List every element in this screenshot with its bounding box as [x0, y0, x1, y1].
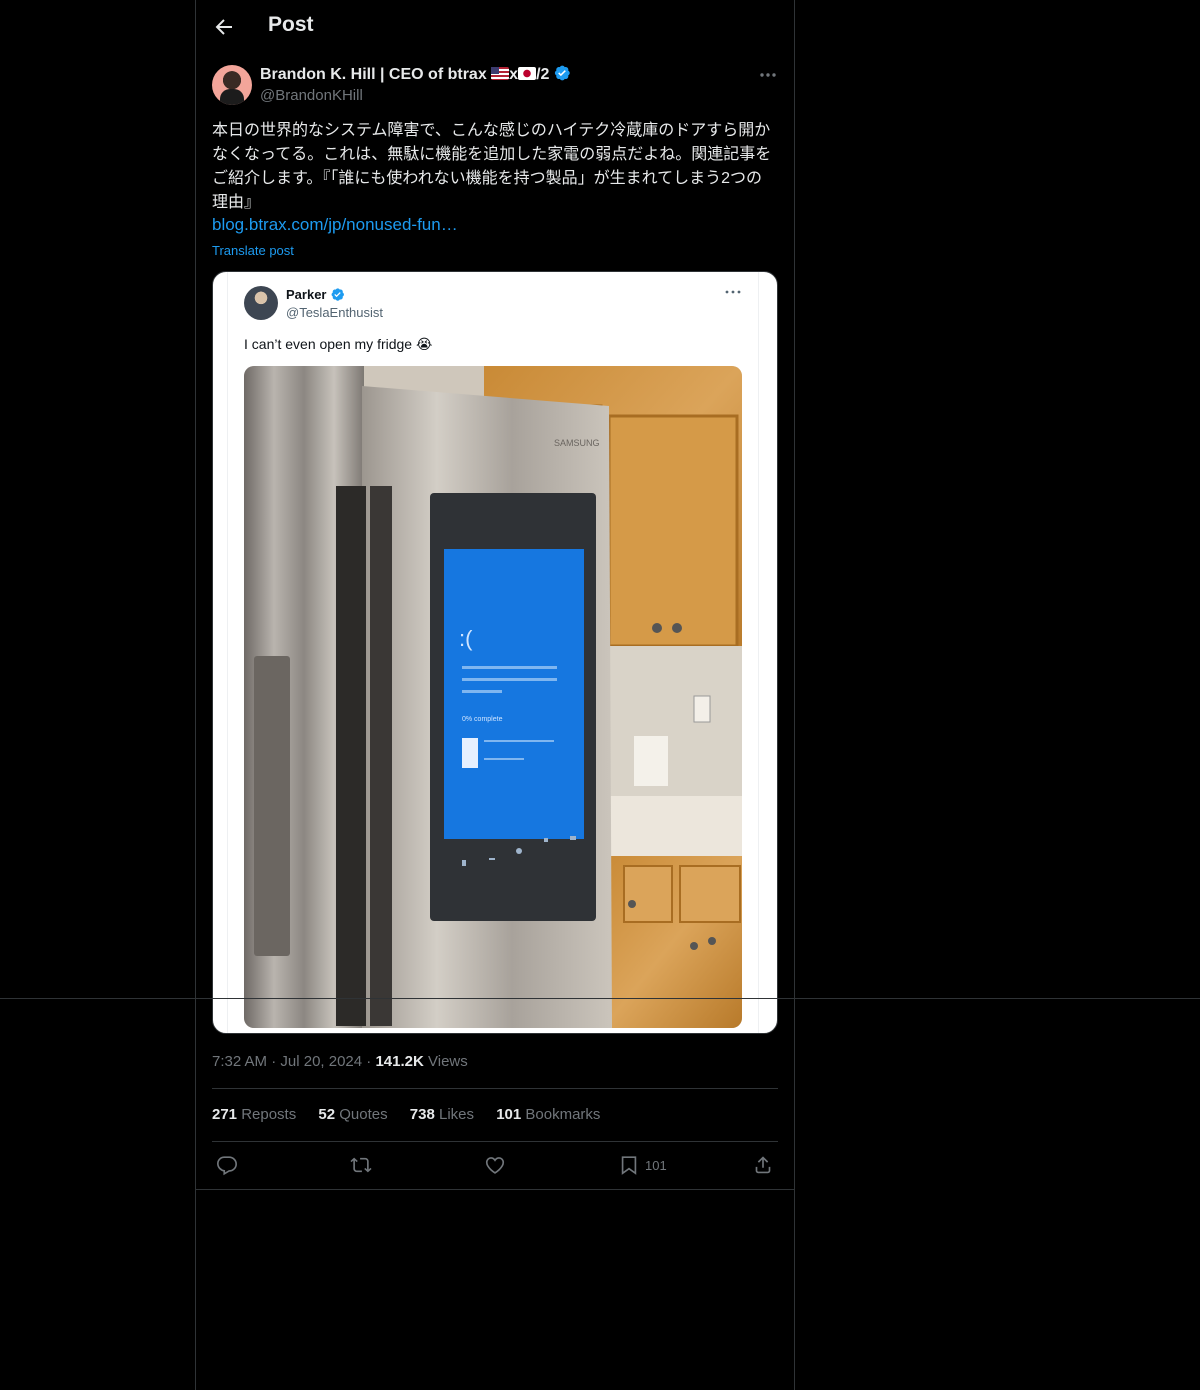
views-count: 141.2K	[375, 1053, 424, 1070]
main-column: Post Brandon K. Hill | CEO of btrax x/2 …	[195, 0, 795, 1390]
reply-button[interactable]	[216, 1154, 238, 1178]
embedded-verified-icon	[332, 288, 345, 301]
post-text: 本日の世界的なシステム障害で、こんな感じのハイテク冷蔵庫のドアすら開かなくなって…	[212, 122, 772, 211]
divider	[212, 1088, 778, 1089]
back-arrow-icon[interactable]	[212, 15, 236, 39]
fridge-illustration: :( 0% complete SAMSUNG	[244, 366, 742, 1028]
author-name[interactable]: Brandon K. Hill | CEO of btrax x/2	[260, 64, 571, 84]
screen-face: :(	[459, 626, 473, 651]
bookmark-icon	[621, 1156, 637, 1175]
embedded-text: I can’t even open my fridge 😭	[244, 336, 433, 352]
reply-icon	[217, 1156, 237, 1176]
divider	[212, 1141, 778, 1142]
embedded-avatar	[244, 286, 278, 320]
like-button[interactable]	[484, 1154, 506, 1178]
repost-icon	[350, 1157, 372, 1173]
fridge-photo: :( 0% complete SAMSUNG	[244, 366, 742, 1028]
more-icon[interactable]	[756, 66, 780, 84]
author-handle[interactable]: @BrandonKHill	[260, 87, 363, 104]
quotes-stat[interactable]: 52 Quotes	[318, 1106, 387, 1123]
repost-button[interactable]	[350, 1154, 372, 1178]
post-timestamp[interactable]: 7:32 AM · Jul 20, 2024 · 141.2K Views	[212, 1053, 468, 1070]
likes-stat[interactable]: 738 Likes	[410, 1106, 474, 1123]
bookmark-count: 101	[645, 1158, 667, 1173]
reposts-stat[interactable]: 271 Reposts	[212, 1106, 296, 1123]
header-bar: Post	[196, 0, 794, 54]
bookmarks-stat[interactable]: 101 Bookmarks	[496, 1106, 600, 1123]
translate-post-link[interactable]: Translate post	[212, 243, 294, 258]
author-avatar[interactable]	[212, 65, 252, 105]
page-title: Post	[268, 13, 314, 36]
screen-percent: 0% complete	[462, 716, 503, 723]
jp-flag-icon	[518, 67, 537, 80]
bookmark-button[interactable]	[618, 1154, 640, 1178]
overlay-line	[0, 998, 1200, 999]
action-bar: 101	[196, 1150, 794, 1182]
engagement-stats: 271 Reposts 52 Quotes 738 Likes 101 Book…	[212, 1106, 618, 1123]
post-link[interactable]: blog.btrax.com/jp/nonused-fun…	[212, 215, 458, 235]
verified-icon	[555, 65, 571, 81]
post-media[interactable]: Parker @TeslaEnthusist I can’t even open…	[212, 271, 778, 1034]
divider	[196, 1189, 794, 1190]
embedded-author-name: Parker	[286, 287, 345, 302]
embedded-more-icon	[725, 290, 741, 294]
us-flag-icon	[491, 67, 510, 80]
share-icon	[755, 1156, 771, 1174]
embedded-author-handle: @TeslaEnthusist	[286, 305, 384, 320]
fridge-brand: SAMSUNG	[554, 438, 600, 448]
share-button[interactable]	[752, 1154, 774, 1178]
like-icon	[485, 1157, 505, 1174]
